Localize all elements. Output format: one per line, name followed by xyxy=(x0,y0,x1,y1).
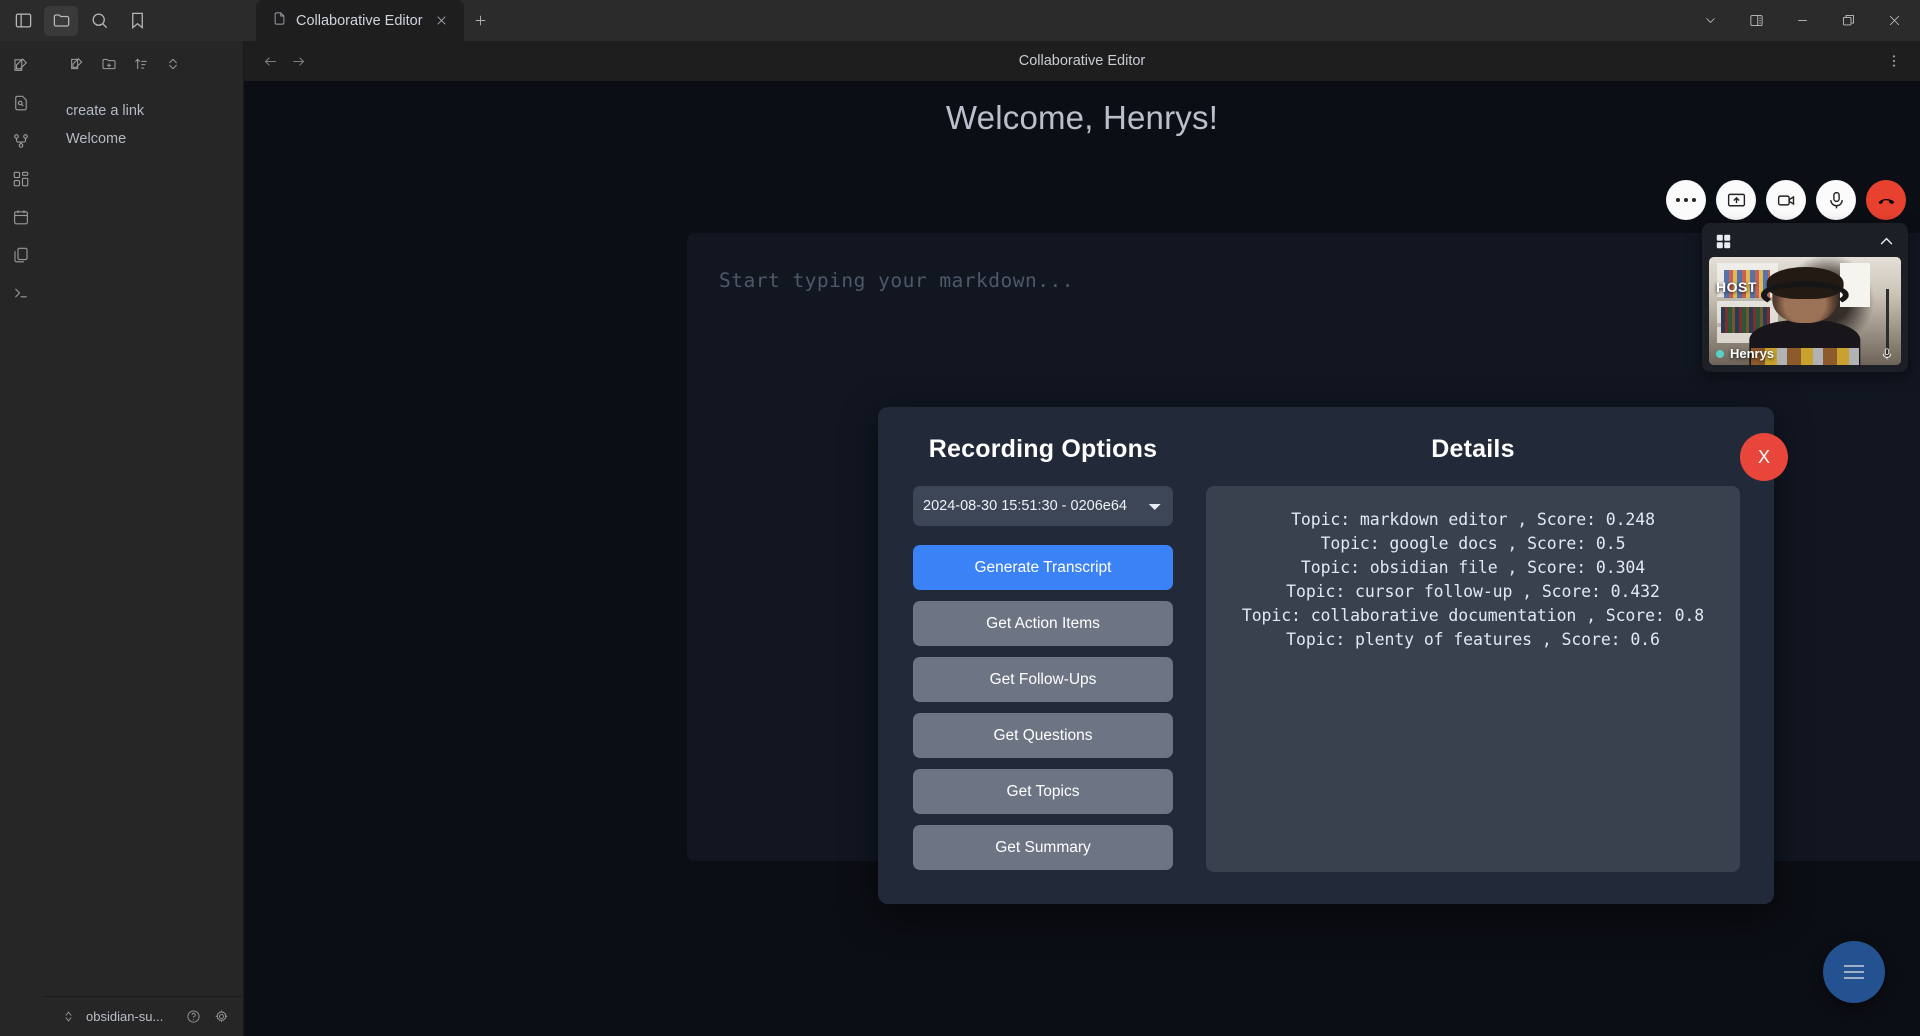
get-action-items-button[interactable]: Get Action Items xyxy=(913,601,1173,646)
close-icon[interactable] xyxy=(1872,0,1916,41)
active-status-dot xyxy=(1716,349,1724,358)
grid-layout-icon[interactable] xyxy=(1715,233,1732,250)
more-options-icon[interactable] xyxy=(1666,180,1706,220)
dots-glyph xyxy=(1675,197,1697,203)
generate-transcript-button[interactable]: Generate Transcript xyxy=(913,545,1173,590)
collapse-chevron-icon[interactable] xyxy=(1878,233,1895,250)
camera-icon[interactable] xyxy=(1766,180,1806,220)
welcome-heading: Welcome, Henrys! xyxy=(945,99,1219,136)
share-screen-icon[interactable] xyxy=(1716,180,1756,220)
vault-name[interactable]: obsidian-su... xyxy=(86,1009,175,1024)
details-column: Details Topic: markdown editor , Score: … xyxy=(1206,435,1740,872)
call-controls xyxy=(1666,180,1906,220)
forward-arrow-icon[interactable] xyxy=(284,47,312,75)
recording-options-heading: Recording Options xyxy=(928,435,1158,463)
participant-video-tile[interactable]: HOST Henrys xyxy=(1709,257,1901,365)
right-sidebar-icon[interactable] xyxy=(1734,0,1778,41)
new-tab-icon[interactable] xyxy=(464,0,498,41)
title-bar: Collaborative Editor xyxy=(0,0,1920,41)
vault-status-bar: obsidian-su... xyxy=(42,996,243,1036)
application-window: Collaborative Editor create a link Welco… xyxy=(0,0,1920,1036)
list-item[interactable]: create a link xyxy=(42,97,243,125)
details-line: Topic: plenty of features , Score: 0.6 xyxy=(1286,630,1660,649)
vault-switcher-icon[interactable] xyxy=(58,1007,78,1027)
get-follow-ups-button[interactable]: Get Follow-Ups xyxy=(913,657,1173,702)
details-output[interactable]: Topic: markdown editor , Score: 0.248 To… xyxy=(1206,486,1740,872)
new-folder-icon[interactable] xyxy=(96,51,122,77)
tab-collaborative-editor[interactable]: Collaborative Editor xyxy=(256,0,464,41)
participant-footer: Henrys xyxy=(1709,346,1901,361)
microphone-icon[interactable] xyxy=(1816,180,1856,220)
tab-title: Collaborative Editor xyxy=(296,12,423,29)
file-list: create a link Welcome xyxy=(42,85,243,996)
video-participants-panel: HOST Henrys xyxy=(1702,223,1908,372)
details-line: Topic: cursor follow-up , Score: 0.432 xyxy=(1286,582,1660,601)
title-bar-left-icons xyxy=(0,0,256,41)
quick-switcher-icon[interactable] xyxy=(7,89,35,117)
headphones-decor xyxy=(1760,280,1850,309)
recording-options-modal: X Recording Options 2024-08-30 15:51:30 … xyxy=(878,407,1788,904)
new-note-icon[interactable] xyxy=(64,51,90,77)
templates-icon[interactable] xyxy=(7,241,35,269)
get-topics-button[interactable]: Get Topics xyxy=(913,769,1173,814)
main-view: Collaborative Editor Welcome, Henrys! St… xyxy=(244,41,1920,1036)
help-icon[interactable] xyxy=(183,1007,203,1027)
get-summary-button[interactable]: Get Summary xyxy=(913,825,1173,870)
document-icon xyxy=(272,11,287,30)
recording-options-column: Recording Options 2024-08-30 15:51:30 - … xyxy=(912,435,1174,872)
tab-strip: Collaborative Editor xyxy=(256,0,1688,41)
chevron-down-icon[interactable] xyxy=(1688,0,1732,41)
bookmark-icon[interactable] xyxy=(120,6,154,36)
command-palette-icon[interactable] xyxy=(7,279,35,307)
editor-canvas: Welcome, Henrys! Start typing your markd… xyxy=(244,81,1920,1036)
details-line: Topic: markdown editor , Score: 0.248 xyxy=(1291,510,1655,529)
view-options-icon[interactable] xyxy=(1880,47,1908,75)
video-panel-header xyxy=(1709,230,1901,257)
view-header: Collaborative Editor xyxy=(244,41,1920,81)
file-explorer-pane: create a link Welcome obsidian-su... xyxy=(42,41,244,1036)
action-buttons: Generate Transcript Get Action Items Get… xyxy=(913,545,1173,870)
ribbon-sidebar xyxy=(0,41,42,1036)
menu-fab-button[interactable] xyxy=(1823,941,1885,1003)
sort-icon[interactable] xyxy=(128,51,154,77)
details-line: Topic: google docs , Score: 0.5 xyxy=(1320,534,1626,553)
maximize-icon[interactable] xyxy=(1826,0,1870,41)
folder-icon[interactable] xyxy=(44,5,78,36)
collapse-icon[interactable] xyxy=(160,51,186,77)
close-modal-button[interactable]: X xyxy=(1740,433,1788,481)
window-controls xyxy=(1688,0,1920,41)
menu-icon xyxy=(1844,965,1864,979)
details-heading: Details xyxy=(1431,435,1515,463)
graph-view-icon[interactable] xyxy=(7,127,35,155)
minimize-icon[interactable] xyxy=(1780,0,1824,41)
get-questions-button[interactable]: Get Questions xyxy=(913,713,1173,758)
back-arrow-icon[interactable] xyxy=(256,47,284,75)
participant-name: Henrys xyxy=(1730,346,1775,361)
app-body: create a link Welcome obsidian-su... Col… xyxy=(0,41,1920,1036)
recording-select[interactable]: 2024-08-30 15:51:30 - 0206e64 xyxy=(913,486,1173,526)
file-explorer-toolbar xyxy=(42,41,243,85)
daily-note-icon[interactable] xyxy=(7,203,35,231)
details-line: Topic: obsidian file , Score: 0.304 xyxy=(1300,558,1646,577)
list-item[interactable]: Welcome xyxy=(42,125,243,153)
new-note-icon[interactable] xyxy=(7,51,35,79)
microphone-icon[interactable] xyxy=(1880,347,1894,361)
settings-gear-icon[interactable] xyxy=(211,1007,231,1027)
toggle-sidebar-icon[interactable] xyxy=(6,6,40,36)
host-badge: HOST xyxy=(1716,279,1757,295)
details-line: Topic: collaborative documentation , Sco… xyxy=(1241,606,1705,625)
canvas-icon[interactable] xyxy=(7,165,35,193)
search-icon[interactable] xyxy=(82,6,116,36)
close-tab-icon[interactable] xyxy=(432,11,452,31)
view-title: Collaborative Editor xyxy=(1018,53,1146,69)
end-call-icon[interactable] xyxy=(1866,180,1906,220)
